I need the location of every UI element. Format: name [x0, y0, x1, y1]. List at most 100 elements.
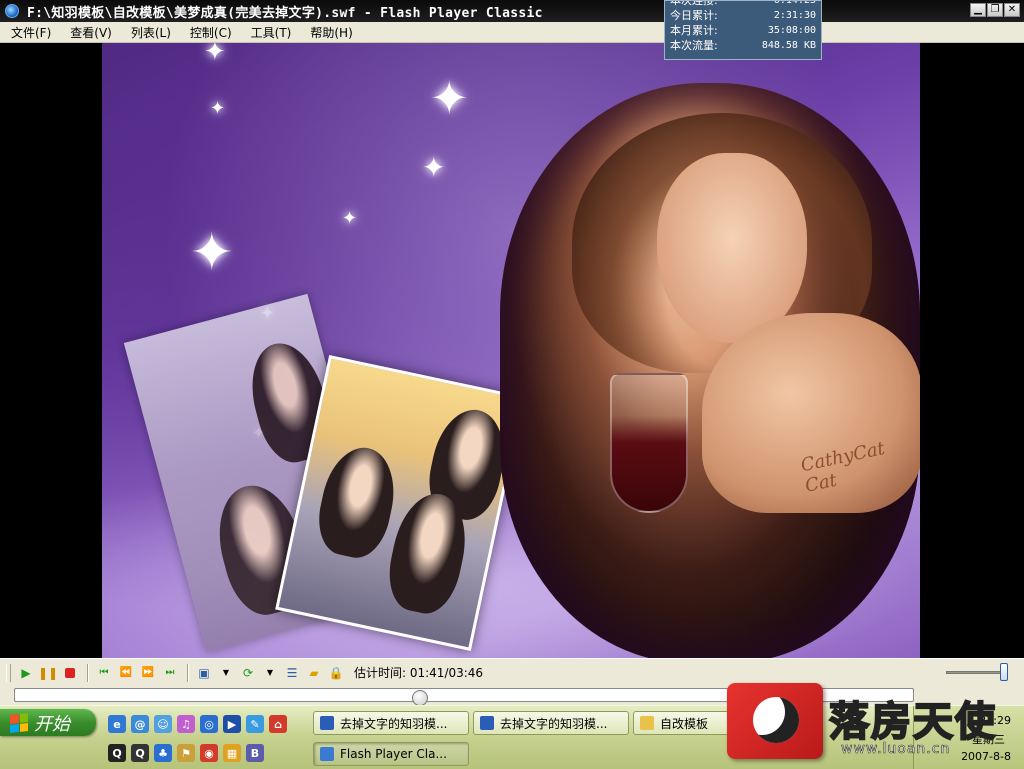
start-label: 开始: [34, 713, 70, 735]
menu-file[interactable]: 文件(F): [0, 24, 59, 41]
sparkle-icon: ✦: [204, 43, 226, 67]
forward-button[interactable]: ⏩: [138, 663, 158, 683]
stat-value: 35:08:00: [767, 25, 816, 36]
playlist-button[interactable]: ☰: [282, 663, 302, 683]
stat-row-today: 今日累计: 2:31:30: [670, 8, 816, 23]
grid-app-icon[interactable]: ▦: [223, 744, 241, 762]
stat-row-month: 本月累计: 35:08:00: [670, 23, 816, 38]
stop-icon: [65, 667, 75, 678]
taskbar-button[interactable]: 去掉文字的知羽模...: [473, 711, 629, 735]
chevron-down-icon: ▼: [222, 668, 230, 677]
windows-logo-icon: [10, 712, 28, 733]
seek-track[interactable]: [14, 688, 914, 706]
menu-tools[interactable]: 工具(T): [240, 24, 300, 41]
taskbar-button-label: Flash Player Cla...: [340, 747, 447, 761]
taskbar-button[interactable]: 自改模板: [633, 711, 733, 735]
pause-button[interactable]: ❚❚: [38, 663, 58, 683]
volume-slider-thumb[interactable]: [1000, 663, 1008, 681]
word-doc-icon: [480, 716, 494, 730]
quick-launch-row-1: e @ ☺ ♫ ◎ ▶ ✎ ⌂: [108, 715, 287, 733]
separator: [87, 663, 89, 682]
target-icon[interactable]: ◉: [200, 744, 218, 762]
close-button[interactable]: ✕: [1004, 3, 1020, 17]
menu-list[interactable]: 列表(L): [120, 24, 179, 41]
flash-scene: ✦ ✦ ✦ ✦ ✦ ✦ ✦ ✦ ✦ ✦ CathyCat Cat: [102, 43, 920, 658]
sparkle-icon: ✦: [342, 208, 358, 229]
stop-button[interactable]: [60, 663, 80, 683]
separator: [187, 663, 189, 682]
taskbar-button-label: 自改模板: [660, 716, 709, 731]
volume-track[interactable]: [946, 671, 1002, 674]
stat-label: 本次连接:: [670, 0, 718, 7]
fast-forward-icon: ⏩: [141, 667, 155, 678]
start-button[interactable]: 开始: [0, 709, 96, 736]
qq-game-icon[interactable]: ♣: [154, 744, 172, 762]
play-button[interactable]: ▶: [16, 663, 36, 683]
skip-start-icon: ⏮: [99, 667, 109, 678]
window-icon: ▣: [198, 665, 210, 680]
browser-icon[interactable]: ◎: [200, 715, 218, 733]
title-bar[interactable]: F:\知羽模板\自改模板\美梦成真(完美去掉文字).swf - Flash Pl…: [0, 0, 1024, 22]
feather-icon[interactable]: ✎: [246, 715, 264, 733]
sparkle-icon: ✦: [210, 98, 226, 119]
stat-row-session: 本次连接: 0:14:23: [670, 0, 816, 8]
toolbar-grip[interactable]: [6, 663, 11, 682]
qq-icon[interactable]: Q: [108, 744, 126, 762]
minimize-button[interactable]: ▁: [970, 3, 986, 17]
clock[interactable]: 23:29: [979, 714, 1011, 727]
refresh-dropdown[interactable]: ▼: [260, 663, 280, 683]
refresh-button[interactable]: ⟳: [238, 663, 258, 683]
last-frame-button[interactable]: ⏭: [160, 663, 180, 683]
view-mode-button[interactable]: ▣: [194, 663, 214, 683]
rewind-icon: ⏪: [119, 667, 133, 678]
list-icon: ☰: [286, 665, 298, 680]
word-doc-icon: [320, 716, 334, 730]
network-icon[interactable]: ⚑: [177, 744, 195, 762]
weekday-label: 星期三: [972, 733, 1005, 746]
stat-label: 本次流量:: [670, 39, 718, 52]
estimated-time-label: 估计时间: 01:41/03:46: [354, 666, 484, 680]
folder-icon: ▰: [309, 665, 319, 680]
chevron-down-icon: ▼: [266, 668, 274, 677]
media-icon[interactable]: ♫: [177, 715, 195, 733]
open-file-button[interactable]: ▰: [304, 663, 324, 683]
seek-thumb[interactable]: [412, 690, 428, 706]
person-figure: [311, 441, 403, 564]
lock-button[interactable]: 🔒: [326, 663, 346, 683]
portrait-face: [657, 153, 807, 343]
media-player-icon[interactable]: ▶: [223, 715, 241, 733]
taskbar-button-active[interactable]: Flash Player Cla...: [313, 742, 469, 766]
window-title: F:\知羽模板\自改模板\美梦成真(完美去掉文字).swf - Flash Pl…: [27, 5, 543, 21]
menu-control[interactable]: 控制(C): [179, 24, 240, 41]
taskbar: 开始 e @ ☺ ♫ ◎ ▶ ✎ ⌂ Q Q ♣ ⚑ ◉ ▦ B 去掉文字的知羽…: [0, 705, 1024, 769]
flash-stage[interactable]: ✦ ✦ ✦ ✦ ✦ ✦ ✦ ✦ ✦ ✦ CathyCat Cat: [0, 43, 1024, 658]
flash-player-icon: [320, 747, 334, 761]
taskbar-button-label: 去掉文字的知羽模...: [340, 716, 448, 731]
folder-icon: [640, 716, 654, 730]
taskbar-button-label: 去掉文字的知羽模...: [500, 716, 608, 731]
app-icon[interactable]: B: [246, 744, 264, 762]
play-icon: ▶: [21, 665, 31, 680]
view-mode-dropdown[interactable]: ▼: [216, 663, 236, 683]
house-icon[interactable]: ⌂: [269, 715, 287, 733]
stat-value: 848.58 KB: [761, 40, 816, 51]
window-controls: ▁ ❐ ✕: [970, 3, 1020, 17]
maximize-button[interactable]: ❐: [987, 3, 1003, 17]
stat-label: 今日累计:: [670, 9, 718, 22]
sparkle-icon: ✦: [422, 151, 446, 184]
qq-icon[interactable]: Q: [131, 744, 149, 762]
first-frame-button[interactable]: ⏮: [94, 663, 114, 683]
refresh-icon: ⟳: [242, 665, 254, 680]
seek-bar: [0, 685, 1024, 706]
menu-view[interactable]: 查看(V): [59, 24, 120, 41]
outlook-icon[interactable]: @: [131, 715, 149, 733]
messenger-icon[interactable]: ☺: [154, 715, 172, 733]
flash-player-app-icon[interactable]: [5, 4, 19, 18]
system-tray: 23:29 星期三 2007-8-8: [913, 706, 1024, 769]
taskbar-button[interactable]: 去掉文字的知羽模...: [313, 711, 469, 735]
menu-help[interactable]: 帮助(H): [299, 24, 360, 41]
skip-end-icon: ⏭: [165, 667, 175, 678]
stat-value: 0:14:23: [773, 0, 816, 6]
rewind-button[interactable]: ⏪: [116, 663, 136, 683]
ie-icon[interactable]: e: [108, 715, 126, 733]
